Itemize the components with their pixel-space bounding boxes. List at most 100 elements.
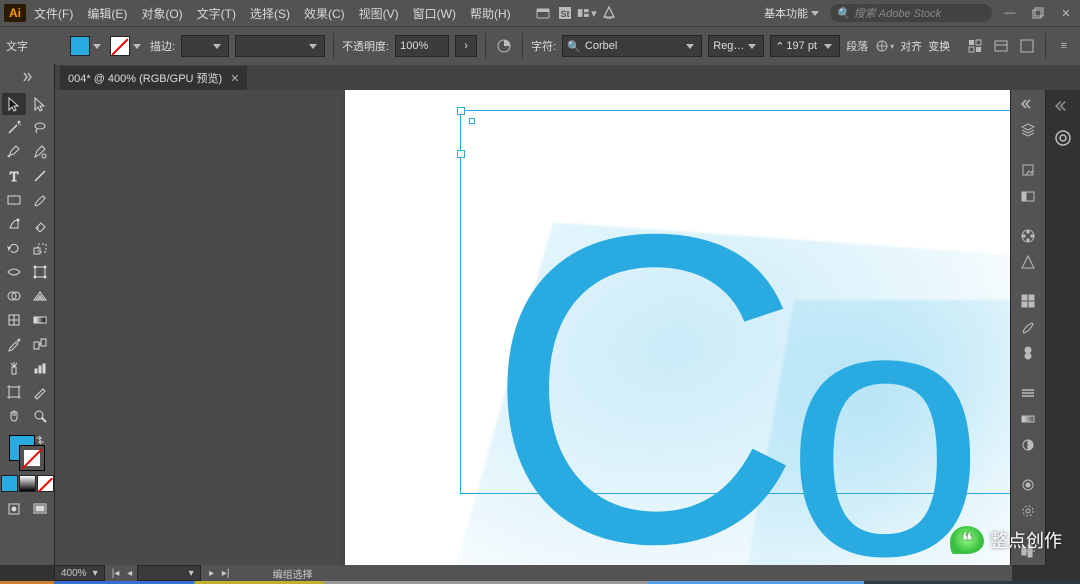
eraser-tool[interactable] (28, 213, 52, 235)
color-guide-panel-icon[interactable] (1018, 254, 1038, 270)
brush-field[interactable] (235, 35, 325, 57)
canvas-area[interactable]: C o r (55, 90, 1010, 565)
menu-file[interactable]: 文件(F) (28, 0, 79, 26)
next-artboard-icon[interactable]: ▸ (205, 566, 219, 580)
toolbox-collapse[interactable] (0, 64, 55, 90)
appearance-panel-icon[interactable] (1018, 477, 1038, 493)
anchor-point[interactable] (469, 118, 475, 124)
direct-selection-tool[interactable] (28, 93, 52, 115)
isolate-icon[interactable] (965, 36, 985, 56)
document-tab[interactable]: 004* @ 400% (RGB/GPU 预览) ✕ (60, 66, 247, 90)
opacity-field[interactable]: 100% (395, 35, 449, 57)
color-mode[interactable] (1, 475, 18, 492)
font-size-field[interactable]: ⌃197 pt (770, 35, 840, 57)
window-restore-icon[interactable] (1028, 3, 1048, 23)
window-close-icon[interactable]: ✕ (1056, 3, 1076, 23)
symbols-panel-icon[interactable] (1018, 345, 1038, 361)
menu-object[interactable]: 对象(O) (135, 0, 188, 26)
fill-stroke-control[interactable] (9, 435, 45, 471)
none-mode[interactable] (37, 475, 54, 492)
mesh-tool[interactable] (2, 309, 26, 331)
window-minimize-icon[interactable]: — (1000, 3, 1020, 23)
panel-menu-icon[interactable]: ≡ (1054, 36, 1074, 56)
magic-wand-tool[interactable] (2, 117, 26, 139)
draw-normal-icon[interactable] (2, 498, 26, 520)
stock-search[interactable]: 🔍搜索 Adobe Stock (830, 4, 992, 22)
pref-icon-1[interactable] (991, 36, 1011, 56)
brushes-panel-icon[interactable] (1018, 319, 1038, 335)
width-tool[interactable] (2, 261, 26, 283)
gpu-icon[interactable] (599, 3, 619, 23)
stroke-swatch[interactable] (110, 36, 144, 56)
gradient-panel-icon[interactable] (1018, 411, 1038, 427)
menu-window[interactable]: 窗口(W) (407, 0, 462, 26)
menu-help[interactable]: 帮助(H) (464, 0, 517, 26)
rotate-tool[interactable] (2, 237, 26, 259)
menu-effect[interactable]: 效果(C) (298, 0, 351, 26)
font-style-field[interactable]: Reg… (708, 35, 764, 57)
swap-fill-stroke-icon[interactable] (35, 435, 45, 445)
blend-tool[interactable] (28, 333, 52, 355)
workspace-switcher[interactable]: 基本功能 (764, 5, 822, 21)
tab-close-icon[interactable]: ✕ (230, 72, 239, 85)
stroke-weight-field[interactable] (181, 35, 229, 57)
recolor-icon[interactable] (494, 36, 514, 56)
swatches-panel-icon[interactable] (1018, 293, 1038, 309)
paragraph-label[interactable]: 段落 (846, 38, 868, 54)
selection-handle[interactable] (457, 107, 465, 115)
graphic-styles-panel-icon[interactable] (1018, 503, 1038, 519)
arrange-icon[interactable]: ▾ (577, 3, 597, 23)
column-graph-tool[interactable] (28, 357, 52, 379)
artboard-nav-field[interactable]: ▾ (137, 565, 201, 581)
pref-icon-2[interactable] (1017, 36, 1037, 56)
screen-mode-icon[interactable] (28, 498, 52, 520)
scale-tool[interactable] (28, 237, 52, 259)
curvature-tool[interactable] (28, 141, 52, 163)
free-transform-tool[interactable] (28, 261, 52, 283)
shape-builder-tool[interactable] (2, 285, 26, 307)
perspective-grid-tool[interactable] (28, 285, 52, 307)
artboard-tool[interactable] (2, 381, 26, 403)
first-artboard-icon[interactable]: |◂ (109, 566, 123, 580)
opacity-arrow[interactable]: › (455, 35, 477, 57)
lasso-tool[interactable] (28, 117, 52, 139)
line-tool[interactable] (28, 165, 52, 187)
rectangle-tool[interactable] (2, 189, 26, 211)
menu-view[interactable]: 视图(V) (353, 0, 405, 26)
bridge-icon[interactable] (533, 3, 553, 23)
pen-tool[interactable] (2, 141, 26, 163)
asset-export-panel-icon[interactable] (1018, 188, 1038, 204)
paintbrush-tool[interactable] (28, 189, 52, 211)
stock-icon[interactable]: St (555, 3, 575, 23)
menu-select[interactable]: 选择(S) (244, 0, 296, 26)
selection-tool[interactable] (2, 93, 26, 115)
gradient-tool[interactable] (28, 309, 52, 331)
color-panel-icon[interactable] (1018, 228, 1038, 244)
layers-panel-icon[interactable] (1018, 122, 1038, 138)
paragraph-options-icon[interactable]: ▾ (874, 36, 894, 56)
panel-expand-icon[interactable] (1053, 96, 1073, 116)
symbol-sprayer-tool[interactable] (2, 357, 26, 379)
stroke-panel-icon[interactable] (1018, 385, 1038, 401)
artboards-panel-icon[interactable] (1018, 162, 1038, 178)
transform-label[interactable]: 变换 (928, 38, 950, 54)
menu-edit[interactable]: 编辑(E) (81, 0, 133, 26)
slice-tool[interactable] (28, 381, 52, 403)
last-artboard-icon[interactable]: ▸| (219, 566, 233, 580)
shaper-tool[interactable] (2, 213, 26, 235)
prev-artboard-icon[interactable]: ◂ (123, 566, 137, 580)
libraries-icon[interactable] (1053, 128, 1073, 148)
fill-swatch[interactable] (70, 36, 104, 56)
gradient-mode[interactable] (19, 475, 36, 492)
hand-tool[interactable] (2, 405, 26, 427)
font-family-field[interactable]: 🔍Corbel (562, 35, 702, 57)
menu-type[interactable]: 文字(T) (191, 0, 242, 26)
panel-collapse-icon[interactable] (1018, 96, 1038, 112)
eyedropper-tool[interactable] (2, 333, 26, 355)
selection-handle[interactable] (457, 150, 465, 158)
transparency-panel-icon[interactable] (1018, 437, 1038, 453)
zoom-tool[interactable] (28, 405, 52, 427)
zoom-field[interactable]: 400%▾ (54, 565, 105, 581)
align-label[interactable]: 对齐 (900, 38, 922, 54)
type-tool[interactable]: T (2, 165, 26, 187)
